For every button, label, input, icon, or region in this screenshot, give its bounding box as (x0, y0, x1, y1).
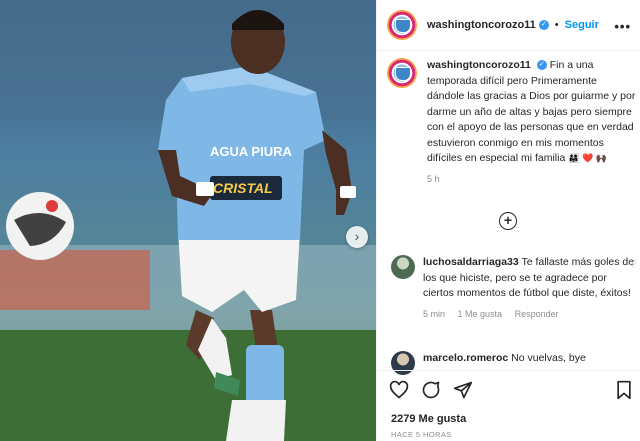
caption-emojis: 👨‍👩‍👧 ❤️ 🙌🏿 (568, 153, 607, 163)
heart-icon[interactable] (389, 380, 409, 400)
follow-button[interactable]: Seguir (565, 19, 599, 31)
commenter-avatar[interactable] (391, 255, 415, 279)
comment-username[interactable]: luchosaldarriaga33 (423, 256, 519, 268)
header-separator: • (554, 19, 559, 31)
comment-like-heart-icon[interactable]: ♡ (628, 259, 637, 270)
comment-item: marcelo.romeroc No vuelvas, bye (391, 351, 637, 375)
author-username[interactable]: washingtoncorozo11 (427, 19, 536, 31)
caption-username[interactable]: washingtoncorozo11 (427, 59, 531, 71)
caption-body: washingtoncorozo11 ✓ Fin a una temporada… (427, 58, 637, 187)
post-actions (389, 380, 635, 402)
more-options-icon[interactable]: ••• (614, 19, 631, 34)
comment-likes[interactable]: 1 Me gusta (458, 309, 503, 319)
post-header: washingtoncorozo11 ✓ • Seguir ••• (387, 10, 637, 40)
jersey-sponsor-1: AGUA PIURA (210, 144, 292, 159)
comment-item: luchosaldarriaga33 Te fallaste más goles… (391, 255, 637, 322)
comment-reply-button[interactable]: Responder (515, 309, 559, 319)
post-timestamp: HACE 5 HORAS (391, 430, 452, 439)
add-circle-icon[interactable]: + (499, 212, 517, 230)
comment-body: luchosaldarriaga33 Te fallaste más goles… (423, 255, 637, 322)
comment-username[interactable]: marcelo.romeroc (423, 352, 508, 364)
likes-count[interactable]: 2279 Me gusta (391, 413, 466, 425)
caption-verified-badge-icon: ✓ (536, 60, 547, 71)
post-panel: washingtoncorozo11 ✓ • Seguir ••• washin… (376, 0, 640, 441)
caption-avatar[interactable] (387, 58, 417, 88)
commenter-avatar[interactable] (391, 351, 415, 375)
comment-meta: 5 min 1 Me gusta Responder (423, 307, 637, 323)
jersey-sponsor-2: CRISTAL (213, 180, 273, 196)
send-icon[interactable] (453, 380, 473, 400)
comment-text: No vuelvas, bye (511, 352, 586, 364)
post-photo[interactable]: AGUA PIURA CRISTAL › (0, 0, 376, 441)
header-divider (377, 50, 640, 51)
caption-text: Fin a una temporada difícil pero Primera… (427, 59, 636, 164)
bookmark-icon[interactable] (615, 380, 633, 400)
comment-body: marcelo.romeroc No vuelvas, bye (423, 351, 637, 375)
author-avatar[interactable] (387, 10, 417, 40)
caption-time: 5 h (427, 173, 440, 184)
actions-divider (377, 370, 640, 371)
comment-icon[interactable] (421, 380, 441, 400)
comment-time: 5 min (423, 308, 446, 319)
player-photo-illustration (0, 0, 376, 441)
carousel-next-button[interactable]: › (346, 226, 368, 248)
verified-badge-icon: ✓ (538, 20, 549, 30)
post-caption: washingtoncorozo11 ✓ Fin a una temporada… (387, 58, 637, 187)
